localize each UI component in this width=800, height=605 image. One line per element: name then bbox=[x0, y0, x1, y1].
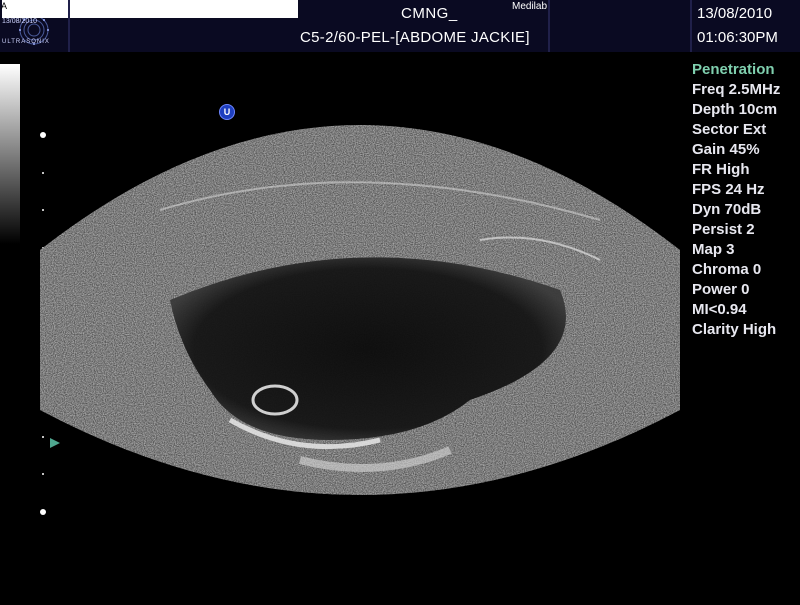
sector-scan bbox=[40, 125, 680, 495]
param-depth: Depth 10cm bbox=[692, 101, 778, 118]
param-persistence: Persist 2 bbox=[692, 221, 755, 238]
header-divider bbox=[68, 0, 70, 52]
param-dynamic-range: Dyn 70dB bbox=[692, 201, 762, 218]
param-clarity: Clarity High bbox=[692, 321, 777, 338]
param-map: Map 3 bbox=[692, 241, 735, 258]
exam-time: 01:06:30PM bbox=[697, 29, 778, 46]
header-divider bbox=[548, 0, 550, 52]
param-power: Power 0 bbox=[692, 281, 750, 298]
param-gain: Gain 45% bbox=[692, 141, 760, 158]
probe-orientation-icon: U bbox=[219, 104, 235, 120]
param-sector: Sector Ext bbox=[692, 121, 767, 138]
param-frequency: Freq 2.5MHz bbox=[692, 81, 781, 98]
patient-id-field[interactable] bbox=[2, 0, 298, 18]
logo-brand-text: ULTRASONIX bbox=[2, 39, 50, 45]
brand-label: Medilab bbox=[512, 1, 548, 12]
logo-letter: A bbox=[1, 1, 8, 11]
logo-small-date: 13/08/2010 bbox=[2, 18, 38, 25]
exam-date: 13/08/2010 bbox=[697, 5, 773, 22]
probe-preset-label: C5-2/60-PEL-[ABDOME JACKIE] bbox=[300, 29, 530, 46]
param-frame-rate: FR High bbox=[692, 161, 750, 178]
header-divider bbox=[690, 0, 692, 52]
param-fps: FPS 24 Hz bbox=[692, 181, 765, 198]
ultrasound-image bbox=[0, 60, 800, 600]
top-info-bar: 13/08/2010 ULTRASONIX A CMNG_ Medilab C5… bbox=[0, 0, 800, 52]
param-mechanical-index: MI<0.94 bbox=[692, 301, 747, 318]
imaging-parameters: Penetration Freq 2.5MHz Depth 10cm Secto… bbox=[692, 60, 800, 340]
param-chroma: Chroma 0 bbox=[692, 261, 762, 278]
imaging-mode[interactable]: Penetration bbox=[692, 60, 800, 80]
